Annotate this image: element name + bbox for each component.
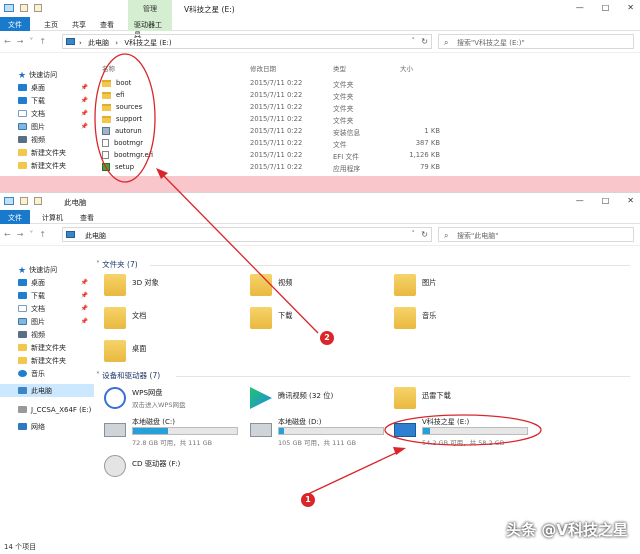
- arrow-line-2: [159, 171, 319, 334]
- annotation-layer: [94, 53, 542, 496]
- highlight-ellipse-files: [94, 53, 156, 183]
- annotation-badge-2: 2: [320, 331, 334, 345]
- highlight-ellipse-drive: [384, 414, 542, 446]
- watermark: 头条 @V科技之星: [506, 521, 628, 539]
- arrow-head-2: [156, 168, 168, 179]
- annotation-badge-1: 1: [301, 493, 315, 507]
- arrow-line-1: [305, 449, 403, 496]
